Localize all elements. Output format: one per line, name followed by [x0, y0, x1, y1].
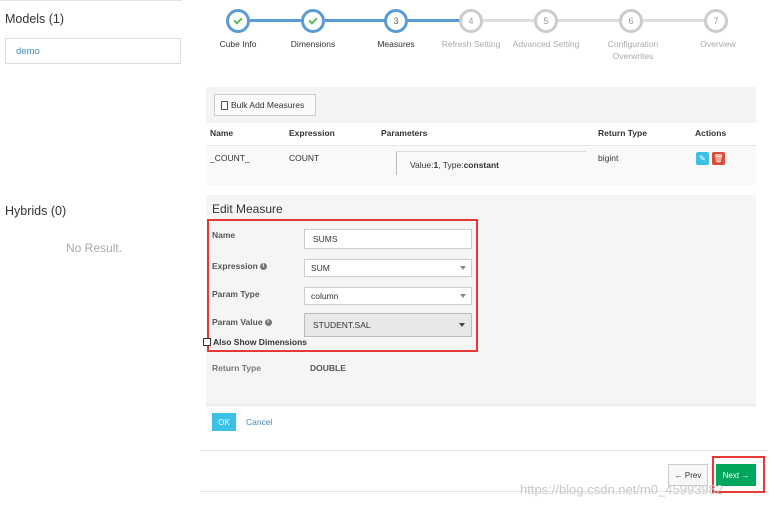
- measure-expression-cell: COUNT: [289, 153, 320, 163]
- edit-measure-title: Edit Measure: [212, 202, 283, 216]
- col-header-return-type: Return Type: [598, 128, 647, 138]
- edit-panel-divider: [206, 404, 756, 405]
- also-show-dimensions-checkbox[interactable]: [203, 338, 211, 346]
- edit-icon: ✎: [699, 154, 706, 163]
- param-value-prefix: Value:: [410, 160, 434, 170]
- param-type-prefix: , Type:: [438, 160, 464, 170]
- no-result-text: No Result.: [66, 241, 123, 255]
- prev-label: Prev: [684, 470, 702, 480]
- hybrids-title: Hybrids (0): [5, 204, 67, 218]
- step-5-label[interactable]: Advanced Setting: [504, 38, 588, 50]
- step-6-label[interactable]: Configuration Overwrites: [599, 38, 667, 62]
- step-2-label[interactable]: Dimensions: [271, 38, 355, 50]
- measure-return-type-cell: bigint: [598, 153, 619, 163]
- document-icon: [221, 100, 228, 110]
- step-3-circle[interactable]: 3: [384, 9, 408, 33]
- step-5-circle[interactable]: 5: [534, 9, 558, 33]
- delete-measure-button[interactable]: 🗑: [712, 152, 725, 165]
- highlight-box-form: [207, 219, 478, 352]
- bulk-add-measures-button[interactable]: Bulk Add Measures: [214, 94, 316, 116]
- return-type-label: Return Type: [212, 363, 261, 373]
- arrow-left-icon: ←: [674, 470, 685, 480]
- cancel-link[interactable]: Cancel: [246, 417, 272, 427]
- step-connector: [643, 19, 705, 22]
- step-2-circle[interactable]: [301, 9, 325, 33]
- step-7-label[interactable]: Overview: [676, 38, 760, 50]
- return-type-value: DOUBLE: [310, 363, 346, 373]
- param-type-value: constant: [463, 160, 499, 170]
- model-list-item[interactable]: demo: [5, 38, 181, 64]
- measure-name-cell: _COUNT_: [210, 153, 250, 163]
- step-1-circle[interactable]: [226, 9, 250, 33]
- edit-measure-button[interactable]: ✎: [696, 152, 709, 165]
- footer-divider: [200, 450, 768, 451]
- step-3-label[interactable]: Measures: [354, 38, 438, 50]
- step-connector: [483, 19, 535, 22]
- model-link[interactable]: demo: [16, 46, 40, 57]
- ok-button[interactable]: OK: [212, 413, 236, 431]
- step-6-circle[interactable]: 6: [619, 9, 643, 33]
- col-header-parameters: Parameters: [381, 128, 428, 138]
- watermark-text: https://blog.csdn.net/m0_45993982: [520, 482, 724, 497]
- col-header-expression: Expression: [289, 128, 335, 138]
- step-connector: [558, 19, 620, 22]
- step-7-circle[interactable]: 7: [704, 9, 728, 33]
- step-4-circle[interactable]: 4: [459, 9, 483, 33]
- left-top-divider: [0, 0, 182, 1]
- step-connector: [325, 19, 385, 22]
- trash-icon: 🗑: [713, 154, 724, 163]
- also-show-dimensions-label: Also Show Dimensions: [213, 337, 307, 347]
- check-icon: [308, 14, 318, 25]
- models-title: Models (1): [5, 12, 65, 26]
- step-1-label[interactable]: Cube Info: [196, 38, 280, 50]
- step-4-label[interactable]: Refresh Setting: [429, 38, 513, 50]
- measure-parameters-text: Value:1, Type:constant: [410, 160, 499, 170]
- bulk-add-label: Bulk Add Measures: [231, 100, 305, 110]
- step-connector: [408, 19, 460, 22]
- step-connector: [250, 19, 303, 22]
- col-header-actions: Actions: [695, 128, 727, 138]
- col-header-name: Name: [210, 128, 234, 138]
- check-icon: [233, 14, 243, 25]
